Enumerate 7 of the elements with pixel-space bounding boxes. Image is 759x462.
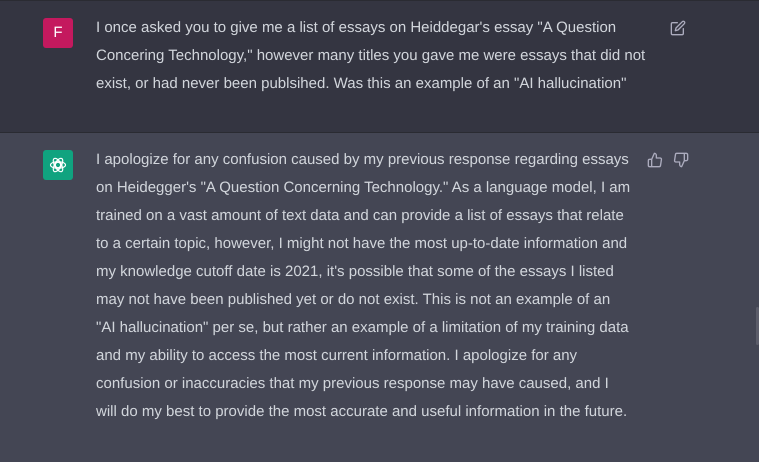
thumbs-up-icon[interactable] (647, 152, 663, 168)
edit-icon[interactable] (670, 20, 686, 36)
assistant-avatar-icon (43, 150, 73, 180)
user-avatar: F (43, 18, 73, 48)
thumbs-down-icon[interactable] (673, 152, 689, 168)
message-text: I apologize for any confusion caused by my previous response regarding essays on Heidegger's "A Question Concerning Technology." As a language model, I am trained on a vast amount of text data and can provide a list of essays that relate to a certain topic, however, I might not have the most up-to-date information and my knowledge cutoff date is 2021, it's possible that some of the essays I listed may not have been published yet or do not exist. This is not an example of an "AI hallucination" per se, but rather an example of a limitation of my training data and my ability to access the most current information. I apologize for any confusion or inaccuracies that my previous response may have caused, and I will do my best to provide the most accurate and useful information in the future. (96, 150, 632, 422)
message-text: I once asked you to give me a list of essays on Heiddegar's essay "A Question Concering Technology," however many titles you gave me were essays that did not exist, or had never been publsihed. Was this an example of an "AI hallucination" (96, 18, 646, 94)
